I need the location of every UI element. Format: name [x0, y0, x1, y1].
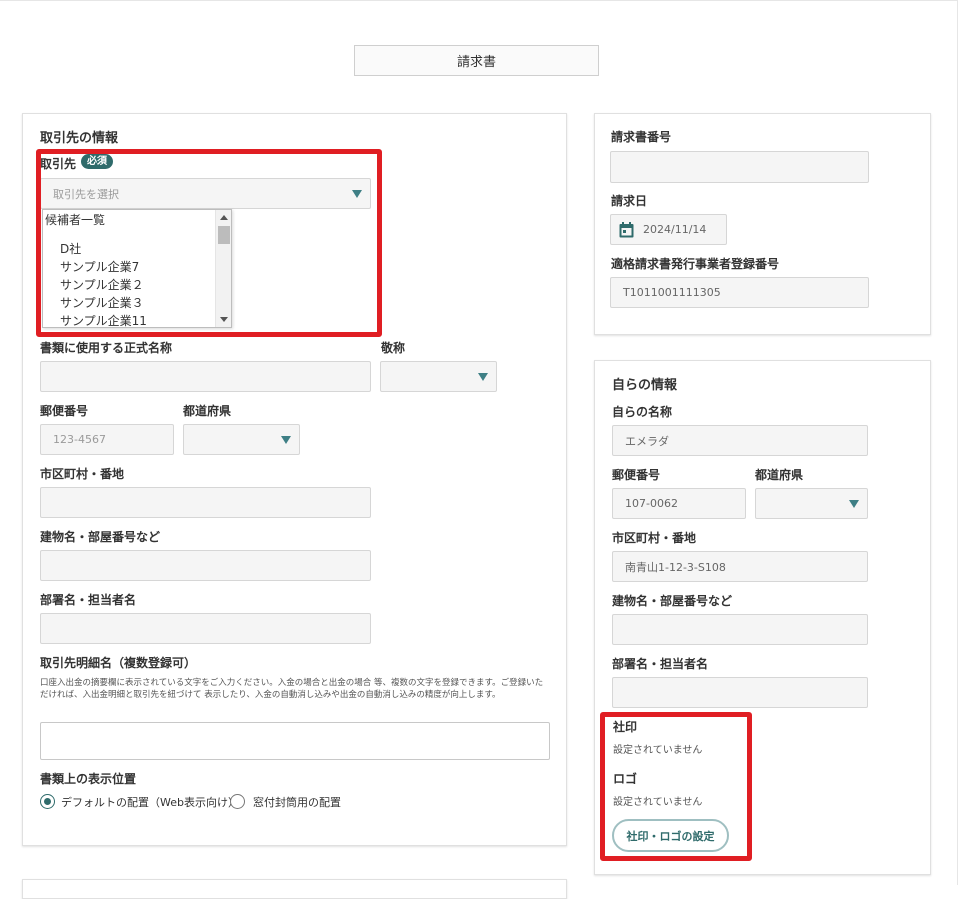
- own-city-input[interactable]: 南青山1-12-3-S108: [612, 551, 868, 582]
- own-department-label: 部署名・担当者名: [612, 657, 709, 671]
- radio-default-position[interactable]: [40, 794, 55, 809]
- client-city-input[interactable]: [40, 487, 371, 518]
- client-city-label: 市区町村・番地: [40, 467, 125, 481]
- client-section-title: 取引先の情報: [40, 131, 119, 146]
- next-card-edge: [22, 879, 567, 899]
- seal-logo-highlight: [600, 712, 752, 861]
- own-name-label: 自らの名称: [612, 405, 673, 419]
- own-prefecture-select[interactable]: [755, 488, 868, 519]
- own-name-input[interactable]: エメラダ: [612, 425, 868, 456]
- calendar-icon: [619, 222, 634, 238]
- own-city-label: 市区町村・番地: [612, 531, 697, 545]
- client-prefecture-select[interactable]: [183, 424, 300, 455]
- own-section-title: 自らの情報: [612, 378, 678, 393]
- display-position-label: 書類上の表示位置: [40, 772, 137, 786]
- own-department-input[interactable]: [612, 677, 868, 708]
- honorific-select[interactable]: [380, 361, 497, 392]
- own-prefecture-label: 都道府県: [755, 468, 804, 482]
- radio-window-label[interactable]: 窓付封筒用の配置: [253, 794, 341, 810]
- chevron-down-icon: [849, 499, 859, 508]
- honorific-label: 敬称: [381, 341, 406, 355]
- registration-number-input[interactable]: T1011001111305: [610, 277, 869, 308]
- radio-default-label[interactable]: デフォルトの配置（Web表示向け）: [61, 794, 239, 810]
- chevron-down-icon: [478, 372, 488, 381]
- registration-number-label: 適格請求書発行事業者登録番号: [611, 257, 780, 271]
- invoice-number-label: 請求書番号: [611, 130, 672, 144]
- detail-name-help-text: 口座入出金の摘要欄に表示されている文字をご入力ください。入金の場合と出金の場合 …: [40, 678, 544, 700]
- radio-window-envelope[interactable]: [230, 794, 245, 809]
- invoice-date-label: 請求日: [611, 194, 648, 208]
- client-department-label: 部署名・担当者名: [40, 593, 137, 607]
- official-name-label: 書類に使用する正式名称: [40, 341, 173, 355]
- client-building-input[interactable]: [40, 550, 371, 581]
- client-department-input[interactable]: [40, 613, 371, 644]
- official-name-input[interactable]: [40, 361, 371, 392]
- detail-name-input[interactable]: [40, 722, 550, 760]
- own-building-input[interactable]: [612, 614, 868, 645]
- document-type-tab[interactable]: 請求書: [354, 45, 599, 76]
- client-building-label: 建物名・部屋番号など: [40, 530, 161, 544]
- client-select-highlight: [36, 149, 382, 337]
- chevron-down-icon: [281, 435, 291, 444]
- client-postal-label: 郵便番号: [40, 404, 89, 418]
- client-postal-input[interactable]: 123-4567: [40, 424, 174, 455]
- detail-name-label: 取引先明細名（複数登録可）: [40, 656, 197, 670]
- client-prefecture-label: 都道府県: [183, 404, 232, 418]
- invoice-date-value: 2024/11/14: [643, 223, 707, 236]
- own-postal-input[interactable]: 107-0062: [612, 488, 746, 519]
- invoice-number-input[interactable]: [610, 151, 869, 183]
- invoice-date-input[interactable]: 2024/11/14: [610, 214, 727, 245]
- own-postal-label: 郵便番号: [612, 468, 661, 482]
- own-building-label: 建物名・部屋番号など: [612, 594, 733, 608]
